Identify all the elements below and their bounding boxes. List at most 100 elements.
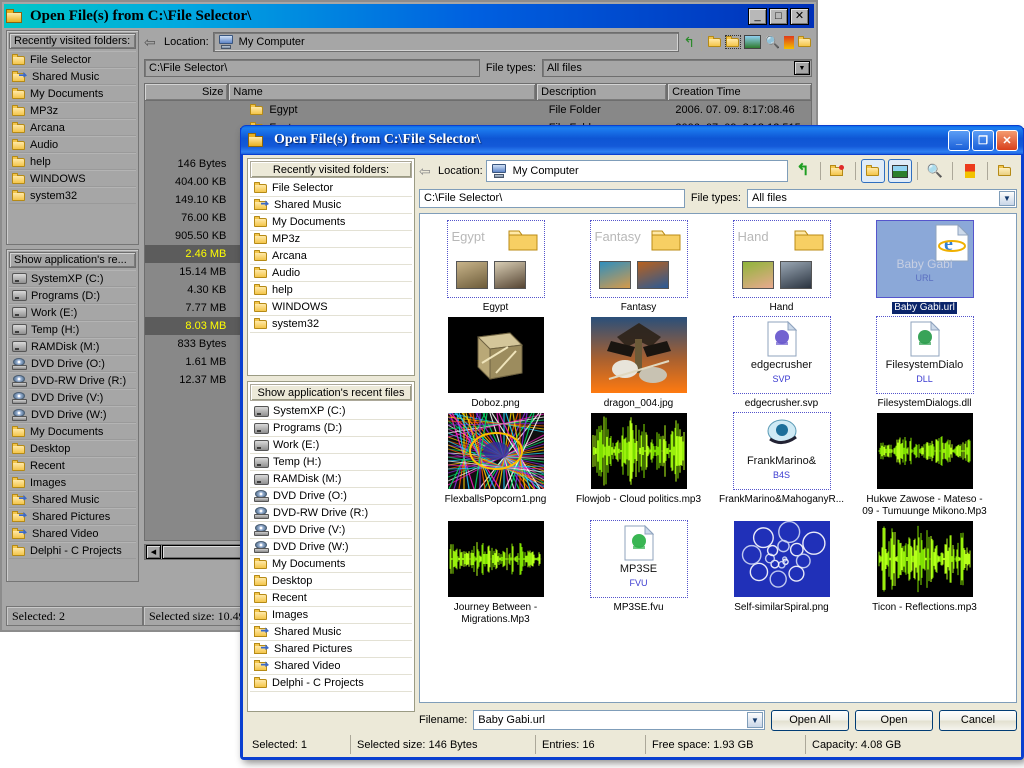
background-up-folder-icon[interactable]: ↰ [683, 34, 695, 51]
back-navigation-icon[interactable]: ⇦ [144, 35, 160, 49]
thumbnail-preview[interactable] [876, 412, 974, 490]
background-path-field[interactable]: C:\File Selector\ [144, 59, 480, 77]
list-item[interactable]: Work (E:) [9, 304, 136, 321]
thumbnail-preview[interactable]: Hand [732, 220, 831, 298]
chevron-down-icon[interactable]: ▼ [747, 712, 763, 728]
list-item[interactable]: Recent [9, 457, 136, 474]
background-recent-folders-header[interactable]: Recently visited folders: [9, 33, 136, 49]
list-item[interactable]: Delphi - C Projects [250, 675, 412, 692]
list-item[interactable]: Arcana [250, 248, 412, 265]
column-header-size[interactable]: Size [144, 83, 229, 101]
background-preview-icon[interactable] [798, 36, 812, 48]
list-item[interactable]: My Documents [250, 556, 412, 573]
close-button[interactable]: ✕ [996, 129, 1018, 151]
list-item[interactable]: WINDOWS [9, 170, 136, 187]
recent-files-header[interactable]: Show application's recent files [250, 384, 412, 401]
thumbnail-item[interactable]: Flowjob - Cloud politics.mp3 [567, 412, 710, 518]
thumbnail-preview[interactable]: Fantasy [589, 220, 688, 298]
thumbnail-preview[interactable] [447, 316, 545, 394]
thumbnail-preview[interactable] [447, 520, 545, 598]
table-row[interactable]: Egypt File Folder 2006. 07. 09. 8:17:08.46 [145, 101, 811, 119]
list-item[interactable]: Programs (D:) [250, 420, 412, 437]
list-item[interactable]: Shared Music [9, 491, 136, 508]
thumbnail-preview[interactable] [590, 316, 688, 394]
list-item[interactable]: SystemXP (C:) [250, 403, 412, 420]
thumbnail-file-grid[interactable]: Egypt Egypt Fantasy Fantasy Hand Hand e … [419, 213, 1017, 703]
thumbnail-preview[interactable]: Egypt [446, 220, 545, 298]
background-filetypes-combobox[interactable]: All files ▼ [542, 59, 812, 77]
thumbnail-preview[interactable] [733, 520, 831, 598]
list-item[interactable]: Temp (H:) [250, 454, 412, 471]
background-search-icon[interactable]: 🔍 [765, 35, 780, 49]
list-item[interactable]: Shared Music [9, 68, 136, 85]
list-item[interactable]: Arcana [9, 119, 136, 136]
recent-folders-list[interactable]: File Selector Shared Music My Documents MP3… [250, 180, 412, 333]
background-recent-folders-list[interactable]: File Selector Shared Music My Documents MP3… [9, 51, 136, 204]
thumbnail-preview[interactable]: e Baby Gabi URL [875, 220, 974, 298]
new-folder-icon[interactable] [826, 159, 850, 183]
thumbnail-item[interactable]: Egypt Egypt [424, 220, 567, 314]
list-item[interactable]: Programs (D:) [9, 287, 136, 304]
path-field[interactable]: C:\File Selector\ [419, 188, 685, 208]
thumbnail-item[interactable]: FlexballsPopcorn1.png [424, 412, 567, 518]
minimize-button[interactable]: _ [948, 129, 970, 151]
foreground-window-titlebar[interactable]: Open File(s) from C:\File Selector\ _ ❐ … [240, 125, 1024, 155]
list-item[interactable]: MP3z [250, 231, 412, 248]
list-item[interactable]: RAMDisk (M:) [250, 471, 412, 488]
background-list-header[interactable]: Size Name Description Creation Time [144, 83, 812, 101]
list-item[interactable]: Shared Music [250, 624, 412, 641]
thumbnail-item[interactable]: FilesystemDialo DLL FilesystemDialogs.dl… [853, 316, 996, 410]
list-item[interactable]: DVD-RW Drive (R:) [250, 505, 412, 522]
list-item[interactable]: Audio [250, 265, 412, 282]
list-item[interactable]: Recent [250, 590, 412, 607]
background-thumbnail-view-icon[interactable] [744, 35, 762, 49]
list-item[interactable]: DVD Drive (V:) [9, 389, 136, 406]
chevron-down-icon[interactable]: ▼ [794, 61, 810, 75]
background-window-titlebar[interactable]: Open File(s) from C:\File Selector\ _ □ … [4, 4, 814, 28]
open-button[interactable]: Open [855, 709, 933, 731]
show-thumbnails-icon[interactable] [888, 159, 912, 183]
thumbnail-item[interactable]: Doboz.png [424, 316, 567, 410]
list-item[interactable]: My Documents [9, 423, 136, 440]
bookmark-icon[interactable] [958, 159, 982, 183]
list-item[interactable]: File Selector [250, 180, 412, 197]
list-item[interactable]: help [9, 153, 136, 170]
close-button[interactable]: ✕ [790, 7, 809, 25]
list-item[interactable]: Temp (H:) [9, 321, 136, 338]
background-details-view-icon[interactable] [725, 35, 742, 49]
filename-combobox[interactable]: Baby Gabi.url ▼ [473, 710, 765, 730]
list-item[interactable]: My Documents [250, 214, 412, 231]
cancel-button[interactable]: Cancel [939, 709, 1017, 731]
places-list[interactable]: SystemXP (C:) Programs (D:) Work (E:) Temp … [250, 403, 412, 692]
chevron-down-icon[interactable]: ▼ [999, 190, 1015, 206]
list-item[interactable]: RAMDisk (M:) [9, 338, 136, 355]
minimize-button[interactable]: _ [748, 7, 767, 25]
maximize-button[interactable]: □ [769, 7, 788, 25]
thumbnail-item[interactable]: Hand Hand [710, 220, 853, 314]
scroll-left-button[interactable]: ◀ [146, 545, 161, 559]
background-recent-files-header[interactable]: Show application's re... [9, 252, 136, 268]
list-item[interactable]: My Documents [9, 85, 136, 102]
thumbnail-preview[interactable]: edgecrusher SVP [732, 316, 831, 394]
column-header-creation-time[interactable]: Creation Time [667, 83, 812, 101]
list-item[interactable]: Delphi - C Projects [9, 542, 136, 559]
back-navigation-icon[interactable]: ⇦ [419, 164, 435, 178]
list-item[interactable]: DVD-RW Drive (R:) [9, 372, 136, 389]
thumbnail-item[interactable]: e Baby Gabi URL Baby Gabi.url [853, 220, 996, 314]
foreground-caption-buttons[interactable]: _ ❐ ✕ [948, 129, 1023, 151]
thumbnail-item[interactable]: MP3SE FVU MP3SE.fvu [567, 520, 710, 626]
list-item[interactable]: DVD Drive (V:) [250, 522, 412, 539]
thumbnail-item[interactable]: Self-similarSpiral.png [710, 520, 853, 626]
list-item[interactable]: DVD Drive (O:) [250, 488, 412, 505]
list-item[interactable]: Desktop [9, 440, 136, 457]
list-item[interactable]: Audio [9, 136, 136, 153]
background-caption-buttons[interactable]: _ □ ✕ [748, 7, 812, 25]
list-item[interactable]: DVD Drive (W:) [250, 539, 412, 556]
background-bookmark-icon[interactable] [784, 35, 794, 49]
list-item[interactable]: Shared Video [250, 658, 412, 675]
location-combobox[interactable]: My Computer [485, 160, 788, 182]
thumbnail-preview[interactable] [447, 412, 545, 490]
list-item[interactable]: Desktop [250, 573, 412, 590]
list-item[interactable]: DVD Drive (W:) [9, 406, 136, 423]
thumbnail-item[interactable]: FrankMarino& B4S FrankMarino&MahoganyR..… [710, 412, 853, 518]
